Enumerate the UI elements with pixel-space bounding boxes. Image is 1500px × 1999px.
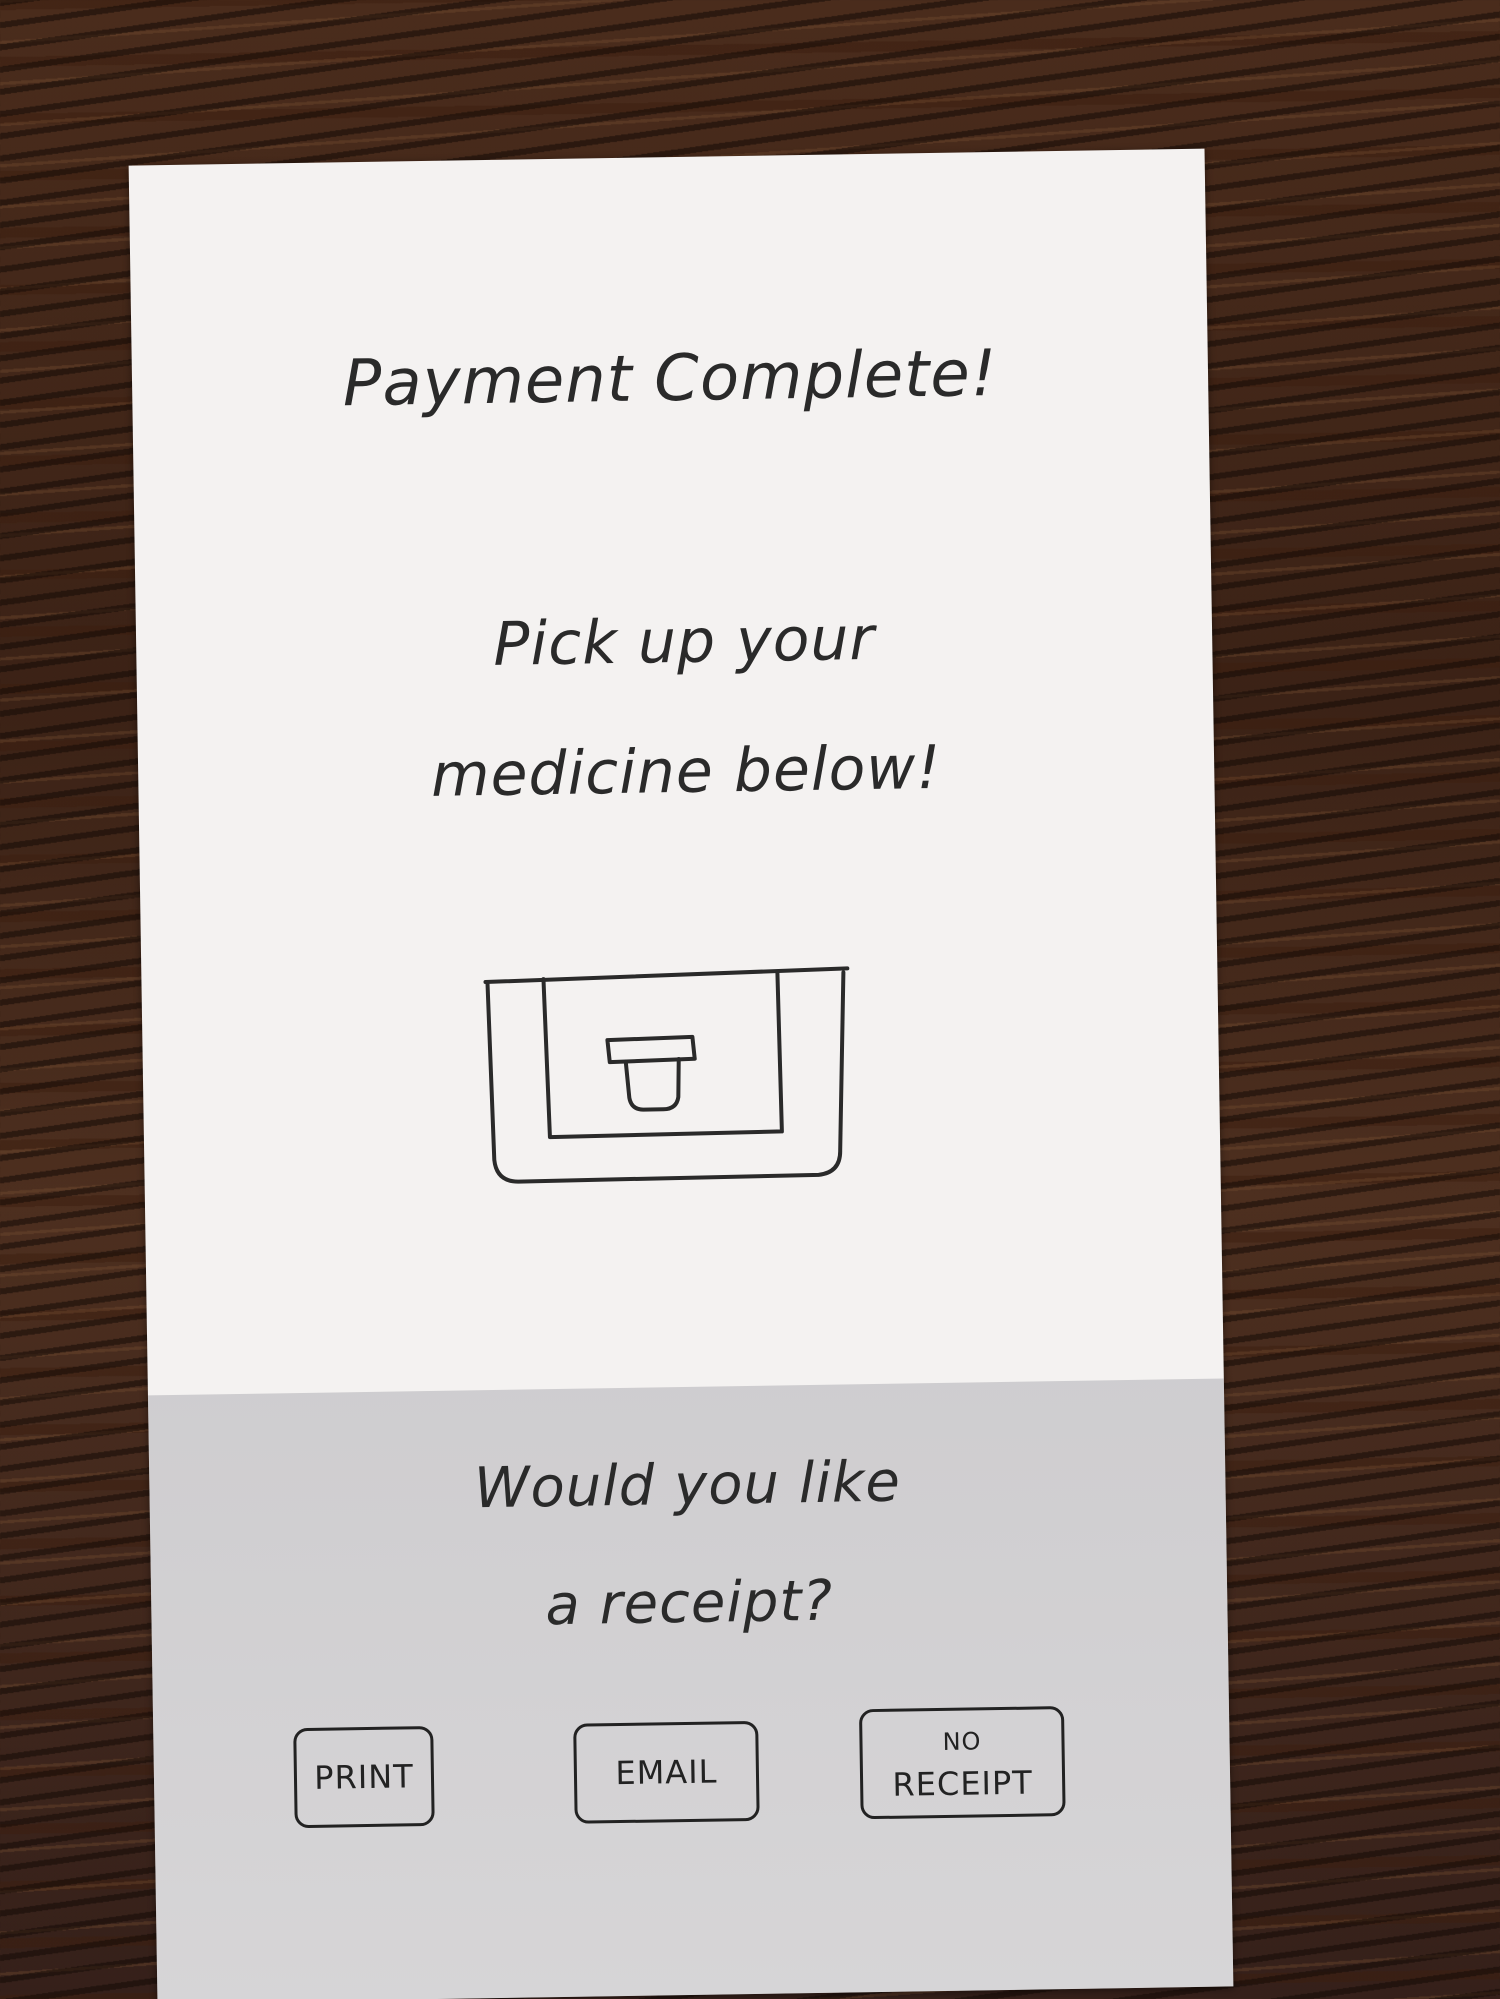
pickup-instruction: Pick up your medicine below! bbox=[135, 569, 1215, 846]
receipt-question-line-2: a receipt? bbox=[544, 1568, 834, 1639]
print-receipt-label: PRINT bbox=[313, 1757, 414, 1797]
email-receipt-button[interactable]: EMAIL bbox=[573, 1720, 760, 1824]
medicine-dispenser-icon bbox=[483, 966, 850, 1184]
pickup-instruction-line-1: Pick up your bbox=[492, 603, 876, 680]
print-receipt-button[interactable]: PRINT bbox=[293, 1725, 435, 1829]
page-title: Payment Complete! bbox=[342, 336, 998, 422]
receipt-question-line-1: Would you like bbox=[473, 1449, 902, 1522]
kiosk-screen-card: Payment Complete! Pick up your medicine … bbox=[128, 148, 1234, 1999]
pickup-instruction-line-2: medicine below! bbox=[430, 732, 942, 811]
no-receipt-button[interactable]: NO RECEIPT bbox=[858, 1706, 1066, 1820]
receipt-question: Would you like a receipt? bbox=[149, 1419, 1229, 1672]
no-receipt-label-line-1: NO bbox=[942, 1727, 982, 1756]
email-receipt-label: EMAIL bbox=[615, 1752, 718, 1793]
no-receipt-label-line-2: RECEIPT bbox=[892, 1763, 1034, 1804]
